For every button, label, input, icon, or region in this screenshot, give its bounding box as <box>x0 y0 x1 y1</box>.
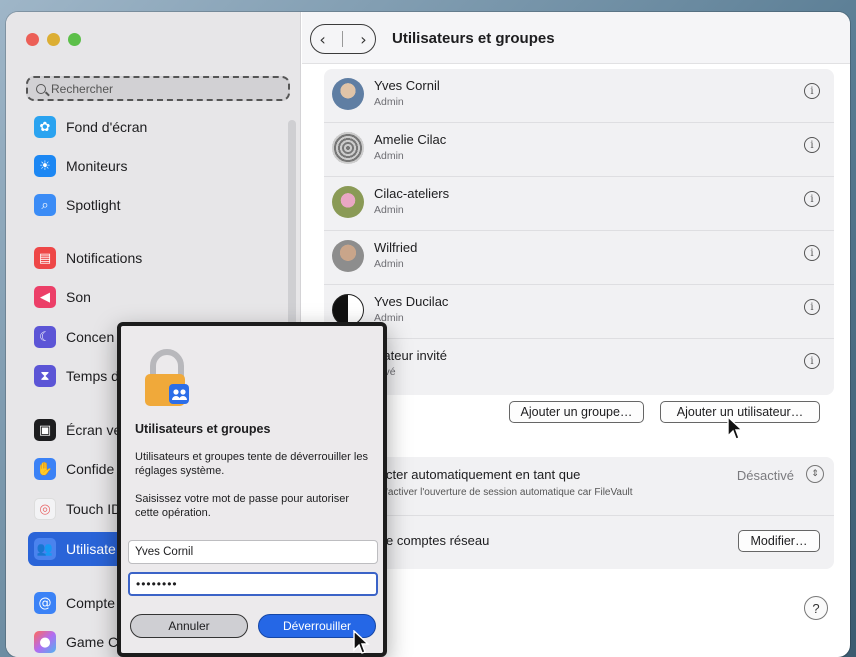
network-accounts-label: e comptes réseau <box>386 533 490 548</box>
add-group-button[interactable]: Ajouter un groupe… <box>509 401 644 423</box>
user-name: Wilfried <box>374 240 418 255</box>
dialog-prompt: Saisissez votre mot de passe pour autori… <box>135 493 349 519</box>
sidebar-item-label: Écran ve <box>66 422 122 438</box>
info-icon[interactable]: i <box>804 245 820 261</box>
login-options-panel: cter automatiquement en tant que 'active… <box>324 457 834 569</box>
sidebar-item-label: Utilisate <box>66 541 116 557</box>
sidebar-item-label: Compte <box>66 595 116 611</box>
privacy-icon: ✋ <box>34 458 56 480</box>
displays-icon: ☀ <box>34 155 56 177</box>
zoom-button[interactable] <box>68 33 81 46</box>
page-title: Utilisateurs et groupes <box>392 30 555 47</box>
forward-icon[interactable]: › <box>360 30 366 49</box>
back-icon[interactable]: ‹ <box>319 30 325 49</box>
user-row[interactable]: Wilfried Admin i <box>324 231 834 285</box>
search-input[interactable]: Rechercher <box>26 76 290 101</box>
user-row[interactable]: Yves Cornil Admin i <box>324 69 834 123</box>
user-name: Amelie Cilac <box>374 132 447 147</box>
internet-accounts-icon: @ <box>34 592 56 614</box>
password-field[interactable]: •••••••• <box>128 572 378 596</box>
user-role: Admin <box>374 96 404 108</box>
info-icon[interactable]: i <box>804 299 820 315</box>
focus-icon: ☾ <box>34 326 56 348</box>
auto-login-value[interactable]: Désactivé <box>737 468 794 483</box>
modify-button[interactable]: Modifier… <box>738 530 820 552</box>
users-list: Yves Cornil Admin i Amelie Cilac Admin i… <box>324 69 834 395</box>
user-name: Yves Ducilac <box>374 294 449 309</box>
avatar <box>332 186 364 218</box>
search-icon <box>36 83 46 94</box>
user-row[interactable]: Cilac-ateliers Admin i <box>324 177 834 231</box>
auth-dialog: Utilisateurs et groupes Utilisateurs et … <box>117 322 387 657</box>
info-icon[interactable]: i <box>804 353 820 369</box>
dialog-title: Utilisateurs et groupes <box>135 422 271 436</box>
help-button[interactable]: ? <box>804 596 828 620</box>
user-role: Admin <box>374 258 404 270</box>
wallpaper-icon: ✿ <box>34 116 56 138</box>
sidebar-item-label: Temps d <box>66 368 119 384</box>
notifications-icon: ▤ <box>34 247 56 269</box>
user-name: Yves Cornil <box>374 78 440 93</box>
user-name: Cilac-ateliers <box>374 186 450 201</box>
users-icon: 👥 <box>34 538 56 560</box>
close-button[interactable] <box>26 33 39 46</box>
info-icon[interactable]: i <box>804 83 820 99</box>
sidebar-item-displays[interactable]: ☀ Moniteurs <box>28 149 286 183</box>
sidebar-item-label: Son <box>66 289 91 305</box>
dialog-message: Utilisateurs et groupes tente de déverro… <box>135 451 368 477</box>
game-center-icon: ● <box>34 631 56 653</box>
user-row[interactable]: isateur invité ctivé i <box>324 339 834 393</box>
nav-buttons: ‹ › <box>310 24 376 54</box>
minimize-button[interactable] <box>47 33 60 46</box>
window-controls <box>26 33 81 46</box>
user-row[interactable]: Amelie Cilac Admin i <box>324 123 834 177</box>
username-field[interactable]: Yves Cornil <box>128 540 378 564</box>
sidebar-item-label: Moniteurs <box>66 158 128 174</box>
sidebar-item-sound[interactable]: ◀ Son <box>28 280 286 314</box>
popup-stepper-icon[interactable]: ⇕ <box>806 465 824 483</box>
divider <box>324 515 834 516</box>
cancel-button[interactable]: Annuler <box>130 614 248 638</box>
user-role: Admin <box>374 204 404 216</box>
user-role: Admin <box>374 150 404 162</box>
sidebar-item-label: Confide <box>66 461 115 477</box>
user-row[interactable]: Yves Ducilac Admin i <box>324 285 834 339</box>
sidebar-item-label: Fond d'écran <box>66 119 148 135</box>
auto-login-note: 'activer l'ouverture de session automati… <box>386 487 633 498</box>
sidebar-item-wallpaper[interactable]: ✿ Fond d'écran <box>28 110 286 144</box>
sidebar-item-spotlight[interactable]: ⌕ Spotlight <box>28 188 286 222</box>
search-placeholder: Rechercher <box>51 81 114 96</box>
screen-time-icon: ⧗ <box>34 365 56 387</box>
avatar <box>332 78 364 110</box>
nav-separator <box>342 31 344 47</box>
lock-icon <box>145 349 189 406</box>
info-icon[interactable]: i <box>804 191 820 207</box>
sidebar-item-label: Spotlight <box>66 197 121 213</box>
toolbar: ‹ › Utilisateurs et groupes <box>302 12 850 64</box>
mouse-cursor-icon <box>727 416 744 440</box>
spotlight-icon: ⌕ <box>34 194 56 216</box>
touch-id-icon: ◎ <box>34 498 56 520</box>
sidebar-item-label: Notifications <box>66 250 143 266</box>
sidebar-item-notifications[interactable]: ▤ Notifications <box>28 241 286 275</box>
sidebar-item-label: Touch ID <box>66 501 122 517</box>
sound-icon: ◀ <box>34 286 56 308</box>
avatar <box>332 240 364 272</box>
info-icon[interactable]: i <box>804 137 820 153</box>
lock-screen-icon: ▣ <box>34 419 56 441</box>
sidebar-item-label: Concen <box>66 329 115 345</box>
auto-login-label: cter automatiquement en tant que <box>386 467 581 482</box>
avatar <box>332 132 364 164</box>
mouse-cursor-icon <box>353 630 370 654</box>
sidebar-item-label: Game C <box>66 634 119 650</box>
